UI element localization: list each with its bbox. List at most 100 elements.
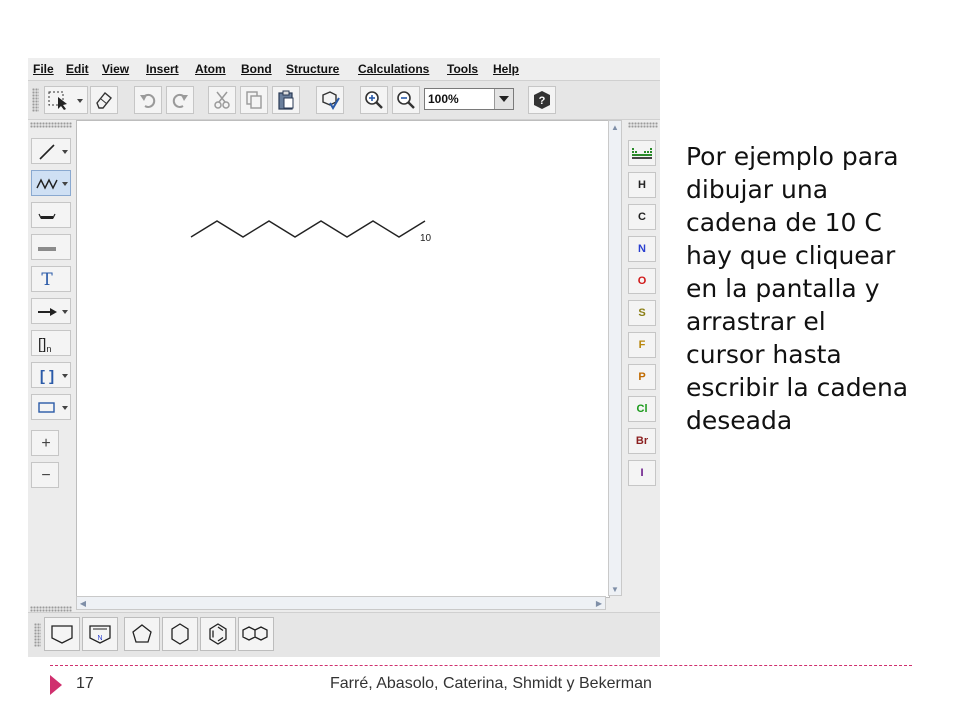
periodic-table-button[interactable]: [628, 140, 656, 166]
menu-bond[interactable]: Bond: [241, 62, 272, 76]
cut-icon: [214, 91, 230, 109]
chevron-down-icon[interactable]: [62, 182, 68, 186]
menu-atom[interactable]: Atom: [195, 62, 226, 76]
undo-icon: [140, 93, 156, 108]
copy-icon: [246, 91, 262, 109]
text-tool[interactable]: T: [31, 266, 71, 292]
menu-file[interactable]: File: [33, 62, 54, 76]
hashed-bond-tool[interactable]: [31, 234, 71, 260]
element-symbol: N: [638, 243, 646, 255]
decane-chain[interactable]: [190, 220, 426, 238]
cyclopropane-template-button[interactable]: [44, 617, 80, 651]
positive-charge-tool[interactable]: +: [31, 430, 59, 456]
element-symbol: Cl: [636, 403, 648, 415]
element-S[interactable]: S: [628, 300, 656, 326]
element-symbol: I: [640, 467, 644, 479]
pyrrole-template-icon: N: [89, 625, 111, 644]
benzene-template-icon: [209, 623, 227, 645]
scroll-up-arrow[interactable]: ▲: [609, 121, 621, 133]
rectangle-tool[interactable]: [31, 394, 71, 420]
menu-tools[interactable]: Tools: [447, 62, 478, 76]
menu-help[interactable]: Help: [493, 62, 519, 76]
slide-authors: Farré, Abasolo, Caterina, Shmidt y Beker…: [330, 675, 652, 692]
zoom-value[interactable]: 100%: [428, 92, 459, 106]
chevron-down-icon[interactable]: [62, 406, 68, 410]
drawing-canvas[interactable]: 10: [76, 120, 610, 598]
element-Br[interactable]: Br: [628, 428, 656, 454]
benzene-template-button[interactable]: [200, 617, 236, 651]
instruction-line: en la pantalla y: [686, 274, 880, 303]
slide-instruction-text: Por ejemplo para dibujar una cadena de 1…: [686, 140, 956, 437]
element-symbol: P: [638, 371, 646, 383]
chevron-down-icon: [499, 96, 509, 102]
instruction-line: deseada: [686, 406, 793, 435]
menu-edit[interactable]: Edit: [66, 62, 89, 76]
plus-icon: +: [41, 435, 51, 452]
chevron-down-icon[interactable]: [62, 374, 68, 378]
menu-structure[interactable]: Structure: [286, 62, 339, 76]
clean-structure-button[interactable]: [316, 86, 344, 114]
arrow-tool[interactable]: [31, 298, 71, 324]
vertical-scrollbar[interactable]: ▲ ▼: [608, 120, 622, 596]
bold-bond-icon: [38, 213, 56, 219]
menu-calculations[interactable]: Calculations: [358, 62, 429, 76]
menu-view[interactable]: View: [102, 62, 129, 76]
redo-icon: [172, 93, 188, 108]
text-icon: T: [41, 270, 53, 290]
element-symbol: Br: [635, 435, 649, 447]
element-I[interactable]: I: [628, 460, 656, 486]
zoom-in-button[interactable]: [360, 86, 388, 114]
element-symbol: O: [637, 275, 647, 287]
scroll-right-arrow[interactable]: ▶: [593, 597, 605, 609]
redo-button[interactable]: [166, 86, 194, 114]
footer-triangle-icon: [50, 675, 62, 695]
element-F[interactable]: F: [628, 332, 656, 358]
cyclohexane-template-button[interactable]: [162, 617, 198, 651]
naphthalene-template-button[interactable]: [238, 617, 274, 651]
element-H[interactable]: H: [628, 172, 656, 198]
repeating-unit-icon: []: [38, 335, 47, 353]
scroll-down-arrow[interactable]: ▼: [609, 583, 621, 595]
chevron-down-icon[interactable]: [62, 310, 68, 314]
single-bond-tool[interactable]: [31, 138, 71, 164]
menu-insert[interactable]: Insert: [146, 62, 179, 76]
rectangle-icon: [38, 402, 55, 413]
left-toolbar-grip[interactable]: [30, 122, 72, 128]
zoom-in-icon: [365, 91, 383, 109]
toolbar-grip[interactable]: [32, 88, 39, 112]
template-toolbar-grip[interactable]: [34, 623, 41, 647]
zoom-dropdown-button[interactable]: [494, 89, 513, 109]
horizontal-scrollbar[interactable]: ◀ ▶: [76, 596, 606, 610]
right-toolbar-grip[interactable]: [628, 122, 658, 128]
bracket-tool[interactable]: [ ]: [31, 362, 71, 388]
scroll-left-arrow[interactable]: ◀: [77, 597, 89, 609]
element-Cl[interactable]: Cl: [628, 396, 656, 422]
erase-button[interactable]: [90, 86, 118, 114]
cyclopentane-template-button[interactable]: [124, 617, 160, 651]
repeating-unit-tool[interactable]: [] n: [31, 330, 71, 356]
template-toolbar: N: [28, 612, 660, 657]
paste-button[interactable]: [272, 86, 300, 114]
copy-button[interactable]: [240, 86, 268, 114]
cut-button[interactable]: [208, 86, 236, 114]
element-C[interactable]: C: [628, 204, 656, 230]
pyrrole-template-button[interactable]: N: [82, 617, 118, 651]
select-button[interactable]: [44, 86, 88, 114]
zoom-out-button[interactable]: [392, 86, 420, 114]
zoom-combobox[interactable]: 100%: [424, 88, 514, 110]
chevron-down-icon[interactable]: [62, 150, 68, 154]
undo-button[interactable]: [134, 86, 162, 114]
negative-charge-tool[interactable]: −: [31, 462, 59, 488]
slide-page-number: 17: [76, 675, 94, 692]
element-P[interactable]: P: [628, 364, 656, 390]
element-symbol: H: [638, 179, 646, 191]
instruction-line: dibujar una: [686, 175, 829, 204]
chain-tool[interactable]: [31, 170, 71, 196]
instruction-line: cadena de 10 C: [686, 208, 882, 237]
menu-bar: File Edit View Insert Atom Bond Structur…: [28, 58, 660, 80]
help-button[interactable]: ?: [528, 86, 556, 114]
help-icon: ?: [534, 91, 550, 109]
element-O[interactable]: O: [628, 268, 656, 294]
bold-bond-tool[interactable]: [31, 202, 71, 228]
element-N[interactable]: N: [628, 236, 656, 262]
